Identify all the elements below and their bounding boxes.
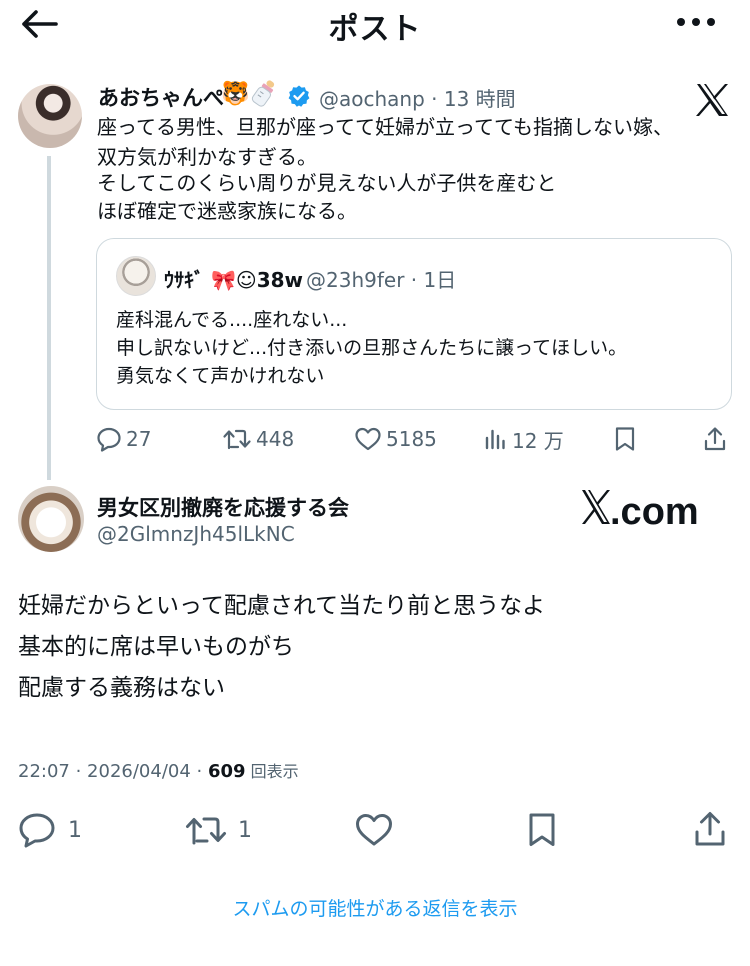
main-repost-button[interactable]: 1 [184, 810, 252, 850]
main-author-avatar[interactable] [18, 486, 84, 552]
more-options-icon[interactable] [672, 8, 720, 36]
tiger-emoji: 🐯 [221, 81, 250, 107]
repost-icon [223, 429, 251, 450]
like-count: 5185 [386, 427, 437, 451]
thread-connector-line [47, 156, 51, 480]
bookmark-icon[interactable] [610, 424, 640, 454]
main-bookmark-icon[interactable] [524, 810, 560, 850]
quoted-text-line: 申し訳ないけど...付き添いの旦那さんたちに譲ってほしい。 [116, 337, 628, 359]
post-meta: 22:07 · 2026/04/04 · 609 回表示 [18, 758, 299, 782]
quoted-author-avatar [116, 256, 156, 296]
verified-badge-icon [287, 84, 311, 108]
repost-icon [186, 817, 226, 845]
show-spam-replies-link[interactable]: スパムの可能性がある返信を表示 [0, 894, 750, 921]
repost-button[interactable]: 448 [222, 424, 294, 454]
main-reply-button[interactable]: 1 [18, 810, 82, 850]
main-author-handle: @2GlmnzJh45lLkNC [97, 522, 295, 546]
post-views-label: 回表示 [245, 762, 299, 781]
reply-icon [19, 813, 55, 848]
quoted-text-line: 産科混んでる....座れない... [116, 309, 348, 331]
parent-author-name[interactable]: あおちゃんぺ [98, 82, 224, 112]
share-icon[interactable] [700, 424, 730, 454]
post-views-count: 609 [207, 761, 246, 782]
quoted-author-name: ｳｻｷﾞ 🎀☺38w [164, 268, 304, 292]
main-like-button[interactable] [352, 810, 396, 850]
parent-text-line: ほぼ確定で迷惑家族になる。 [97, 199, 357, 223]
reply-count: 27 [126, 427, 152, 451]
repost-count: 448 [256, 427, 295, 451]
x-logo-icon [694, 82, 730, 118]
reply-icon [97, 427, 121, 452]
heart-icon [355, 427, 381, 451]
main-text-line: 妊婦だからといって配慮されて当たり前と思うなよ [18, 593, 546, 619]
quoted-text-line: 勇気なくて声かけれない [116, 365, 325, 387]
main-repost-count: 1 [238, 817, 252, 843]
parent-author-avatar[interactable] [18, 84, 82, 148]
parent-text-line: そしてこのくらい周りが見えない人が子供を産むと [97, 171, 557, 195]
main-text-line: 基本的に席は早いものがち [18, 634, 294, 660]
page-title: ポスト [328, 12, 422, 47]
views-button[interactable]: 12 万 [484, 424, 564, 454]
main-author-name[interactable]: 男女区別撤廃を応援する会 [97, 492, 349, 522]
heart-icon [356, 814, 392, 846]
main-reply-count: 1 [68, 817, 82, 843]
reply-button[interactable]: 27 [96, 424, 151, 454]
baby-bottle-icon [251, 78, 277, 108]
main-text-line: 配慮する義務はない [18, 675, 225, 701]
post-timestamp: 22:07 · 2026/04/04 · [18, 761, 208, 782]
xcom-logo: .com [580, 480, 710, 536]
views-count: 12 万 [512, 428, 564, 453]
parent-handle-time: @aochanp · 13 時間 [319, 87, 516, 111]
main-share-icon[interactable] [690, 808, 730, 850]
views-chart-icon [485, 429, 505, 450]
quoted-handle-time: @23h9fer · 1日 [306, 268, 457, 292]
parent-text-line: 座ってる男性、旦那が座ってて妊婦が立ってても指摘しない嫁、 [97, 115, 673, 139]
like-button[interactable]: 5185 [354, 424, 437, 454]
svg-text:.com: .com [610, 491, 699, 533]
